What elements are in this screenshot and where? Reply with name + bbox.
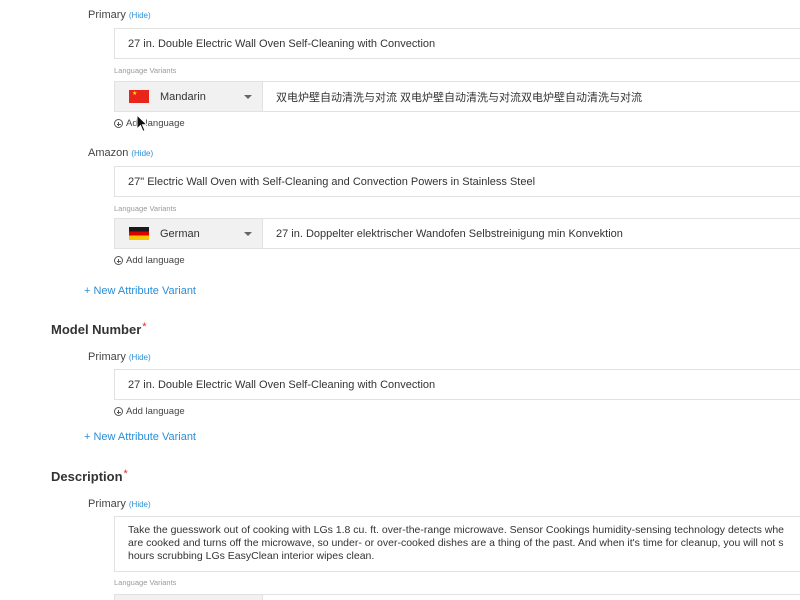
language-value-field[interactable]: 双电炉壁自动清洗与对流 双电炉壁自动清洗与对流双电炉壁自动清洗与对流 xyxy=(263,82,800,111)
language-variant-row: German 27 in. Doppelter elektrischer Wan… xyxy=(114,218,800,249)
chevron-down-icon xyxy=(244,95,252,99)
add-language-button[interactable]: Add language xyxy=(114,406,185,417)
hide-link[interactable]: (Hide) xyxy=(129,11,151,20)
language-variants-label: Language Variants xyxy=(114,204,177,213)
variant-label: Amazon xyxy=(88,147,129,159)
description-line: are cooked and turns off the microwave, … xyxy=(128,537,784,549)
language-name: German xyxy=(160,227,200,240)
germany-flag-icon xyxy=(129,227,149,240)
language-value-field[interactable]: 27 in. Doppelter elektrischer Wandofen S… xyxy=(263,219,800,248)
amazon-text-field[interactable]: 27" Electric Wall Oven with Self-Cleanin… xyxy=(114,166,800,197)
variant-label: Primary xyxy=(88,351,126,363)
model-number-field[interactable]: 27 in. Double Electric Wall Oven Self-Cl… xyxy=(114,369,800,400)
hide-link[interactable]: (Hide) xyxy=(131,149,153,158)
chevron-down-icon xyxy=(244,232,252,236)
primary-variant-header: Primary (Hide) xyxy=(88,5,151,23)
language-variants-label: Language Variants xyxy=(114,578,177,587)
primary-variant-header: Primary (Hide) xyxy=(88,347,151,365)
model-number-title: Model Number* xyxy=(51,321,147,339)
add-language-button[interactable]: Add language xyxy=(114,255,185,266)
mouse-pointer-icon xyxy=(136,114,148,133)
plus-circle-icon xyxy=(114,256,123,265)
add-language-label: Add language xyxy=(126,118,185,129)
variant-label: Primary xyxy=(88,9,126,21)
required-marker: * xyxy=(123,468,128,480)
primary-variant-header: Primary (Hide) xyxy=(88,494,151,512)
language-select[interactable] xyxy=(115,595,263,600)
amazon-variant-header: Amazon (Hide) xyxy=(88,143,153,161)
language-variant-row xyxy=(114,594,800,600)
section-title: Model Number xyxy=(51,322,142,337)
plus-circle-icon xyxy=(114,119,123,128)
section-title: Description xyxy=(51,469,123,484)
language-variant-row: ★ Mandarin 双电炉壁自动清洗与对流 双电炉壁自动清洗与对流双电炉壁自动… xyxy=(114,81,800,112)
description-line: hours scrubbing LGs EasyClean interior w… xyxy=(128,550,375,562)
hide-link[interactable]: (Hide) xyxy=(129,500,151,509)
description-line: Take the guesswork out of cooking with L… xyxy=(128,524,784,536)
required-marker: * xyxy=(142,321,147,333)
language-select[interactable]: German xyxy=(115,219,263,248)
variant-label: Primary xyxy=(88,498,126,510)
china-flag-icon: ★ xyxy=(129,90,149,103)
description-title: Description* xyxy=(51,468,128,486)
add-language-button[interactable]: Add language xyxy=(114,118,185,129)
plus-circle-icon xyxy=(114,407,123,416)
new-attribute-variant-button[interactable]: + New Attribute Variant xyxy=(84,285,196,297)
primary-text-field[interactable]: 27 in. Double Electric Wall Oven Self-Cl… xyxy=(114,28,800,59)
language-select[interactable]: ★ Mandarin xyxy=(115,82,263,111)
language-variants-label: Language Variants xyxy=(114,66,177,75)
hide-link[interactable]: (Hide) xyxy=(129,353,151,362)
language-name: Mandarin xyxy=(160,90,206,103)
add-language-label: Add language xyxy=(126,406,185,417)
new-attribute-variant-button[interactable]: + New Attribute Variant xyxy=(84,431,196,443)
add-language-label: Add language xyxy=(126,255,185,266)
description-textarea[interactable]: Take the guesswork out of cooking with L… xyxy=(114,516,800,572)
